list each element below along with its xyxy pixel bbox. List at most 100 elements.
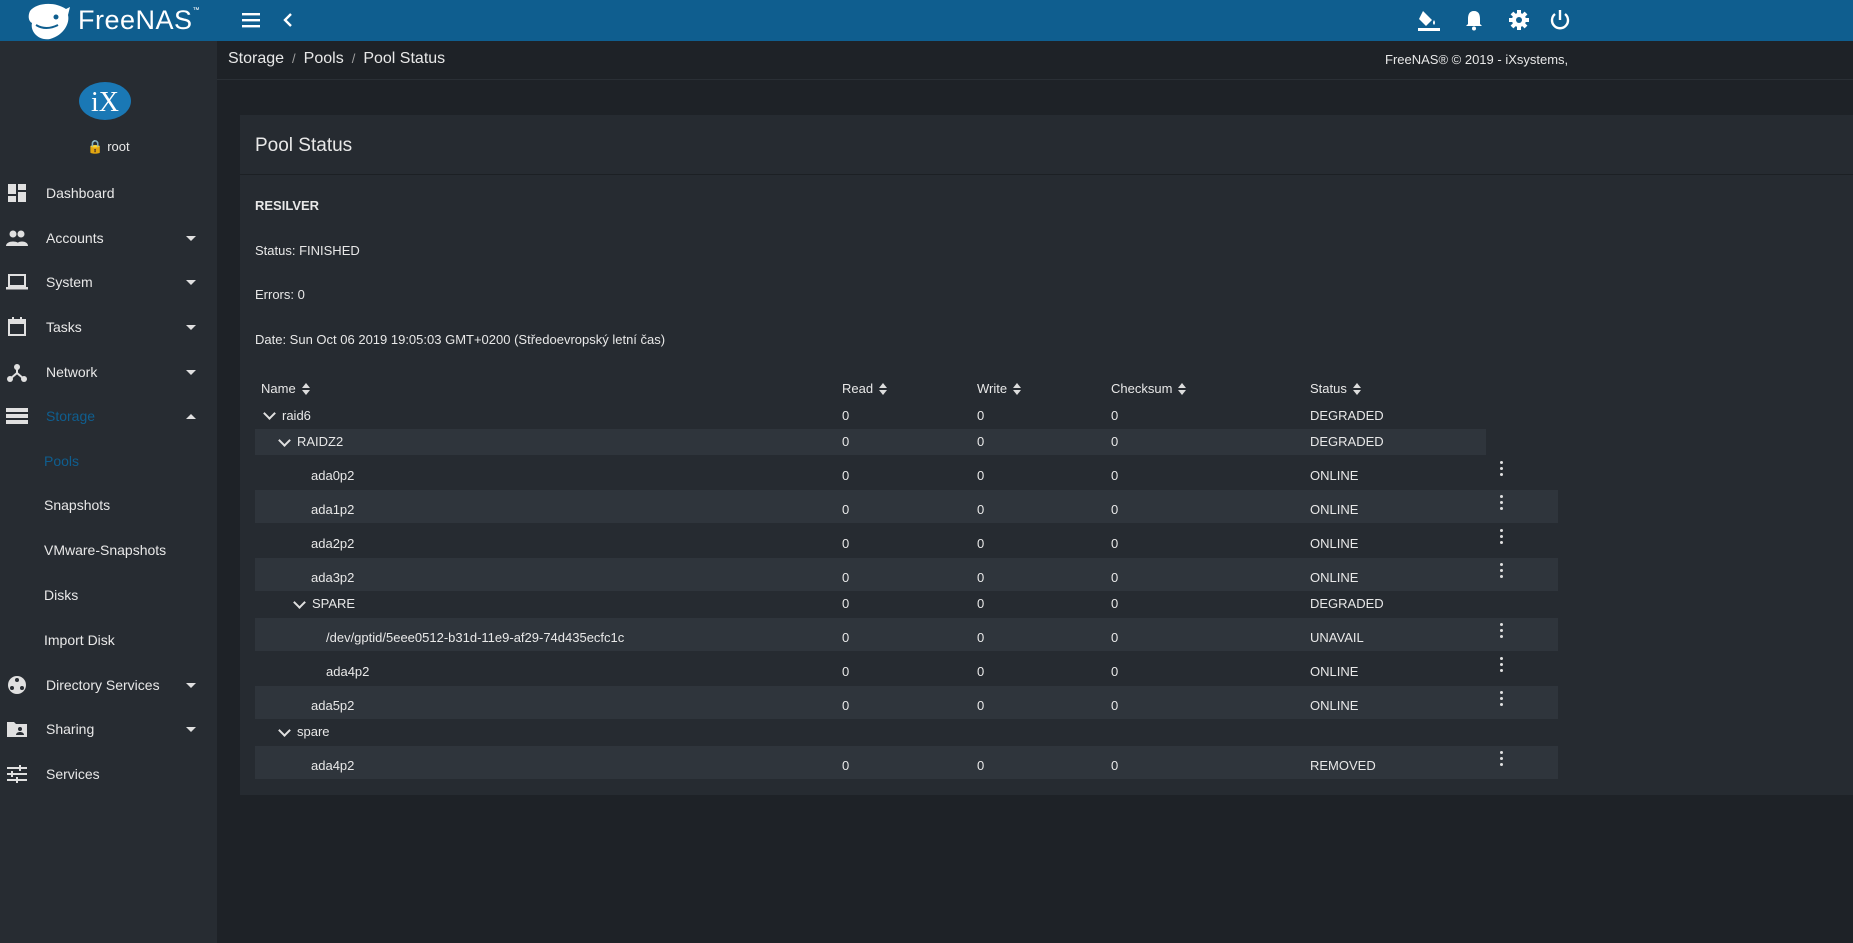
sort-icon bbox=[301, 382, 310, 395]
row-status: ONLINE bbox=[1310, 536, 1359, 551]
gear-icon[interactable] bbox=[1507, 8, 1531, 32]
row-write: 0 bbox=[977, 758, 985, 773]
chevron-down-icon[interactable] bbox=[293, 596, 306, 609]
more-vert-icon[interactable] bbox=[1500, 657, 1504, 673]
row-checksum: 0 bbox=[1111, 408, 1119, 423]
sliders-icon bbox=[6, 763, 28, 785]
chevron-down-icon bbox=[186, 324, 196, 330]
column-header-status[interactable]: Status bbox=[1310, 381, 1361, 396]
chevron-down-icon[interactable] bbox=[263, 407, 276, 420]
power-icon[interactable] bbox=[1548, 8, 1572, 32]
row-read: 0 bbox=[842, 758, 850, 773]
logo-trademark: ™ bbox=[192, 7, 200, 14]
more-vert-icon[interactable] bbox=[1500, 691, 1504, 707]
more-vert-icon[interactable] bbox=[1500, 529, 1504, 545]
row-status: ONLINE bbox=[1310, 698, 1359, 713]
table-row[interactable]: raid6 0 0 0 DEGRADED bbox=[255, 404, 1558, 426]
table-row[interactable]: ada0p2 0 0 0 ONLINE bbox=[255, 456, 1558, 489]
table-row[interactable]: RAIDZ2 0 0 0 DEGRADED bbox=[255, 429, 1486, 455]
sort-icon bbox=[1013, 382, 1022, 395]
back-chevron-icon[interactable] bbox=[276, 8, 300, 32]
sort-icon bbox=[1352, 382, 1361, 395]
sidebar-subitem-import-disk[interactable]: Import Disk bbox=[0, 620, 217, 660]
sidebar-item-directory-services[interactable]: Directory Services bbox=[0, 665, 217, 705]
sidebar-item-network[interactable]: Network bbox=[0, 352, 217, 392]
row-checksum: 0 bbox=[1111, 698, 1119, 713]
row-checksum: 0 bbox=[1111, 570, 1119, 585]
more-vert-icon[interactable] bbox=[1500, 751, 1504, 767]
row-checksum: 0 bbox=[1111, 502, 1119, 517]
row-status: DEGRADED bbox=[1310, 596, 1384, 611]
chevron-down-icon[interactable] bbox=[278, 434, 291, 447]
column-header-label: Name bbox=[261, 381, 296, 396]
chevron-down-icon bbox=[186, 235, 196, 241]
row-write: 0 bbox=[977, 596, 985, 611]
more-vert-icon[interactable] bbox=[1500, 563, 1504, 579]
sidebar-item-label: Services bbox=[46, 766, 100, 782]
table-row[interactable]: SPARE 0 0 0 DEGRADED bbox=[255, 592, 1558, 616]
sidebar-subitem-pools[interactable]: Pools bbox=[0, 441, 217, 481]
more-vert-icon[interactable] bbox=[1500, 623, 1504, 639]
current-user[interactable]: 🔒 root bbox=[0, 139, 217, 155]
sidebar-item-accounts[interactable]: Accounts bbox=[0, 218, 217, 258]
row-name: ada2p2 bbox=[311, 536, 355, 551]
column-header-read[interactable]: Read bbox=[842, 381, 888, 396]
breadcrumb-separator: / bbox=[292, 51, 296, 66]
row-checksum: 0 bbox=[1111, 468, 1119, 483]
row-read: 0 bbox=[842, 502, 850, 517]
chevron-up-icon bbox=[186, 413, 196, 419]
row-checksum: 0 bbox=[1111, 596, 1119, 611]
table-row[interactable]: ada3p2 0 0 0 ONLINE bbox=[255, 558, 1558, 591]
table-row[interactable]: ada4p2 0 0 0 REMOVED bbox=[255, 746, 1558, 779]
sidebar-item-storage[interactable]: Storage bbox=[0, 396, 217, 436]
sidebar-subitem-vmware-snapshots[interactable]: VMware-Snapshots bbox=[0, 530, 217, 570]
row-checksum: 0 bbox=[1111, 630, 1119, 645]
chevron-down-icon[interactable] bbox=[278, 724, 291, 737]
row-status: ONLINE bbox=[1310, 664, 1359, 679]
row-checksum: 0 bbox=[1111, 536, 1119, 551]
row-write: 0 bbox=[977, 434, 985, 449]
table-row[interactable]: spare bbox=[255, 720, 1558, 744]
table-row[interactable]: ada5p2 0 0 0 ONLINE bbox=[255, 686, 1558, 719]
column-header-write[interactable]: Write bbox=[977, 381, 1022, 396]
table-row[interactable]: ada4p2 0 0 0 ONLINE bbox=[255, 652, 1558, 685]
laptop-icon bbox=[6, 271, 28, 293]
sidebar-subitem-label: Disks bbox=[44, 587, 79, 603]
paint-bucket-icon[interactable] bbox=[1417, 8, 1441, 32]
directory-icon bbox=[6, 674, 28, 696]
column-header-checksum[interactable]: Checksum bbox=[1111, 381, 1187, 396]
chevron-down-icon bbox=[186, 369, 196, 375]
table-row[interactable]: ada1p2 0 0 0 ONLINE bbox=[255, 490, 1558, 523]
table-row[interactable]: ada2p2 0 0 0 ONLINE bbox=[255, 524, 1558, 557]
sidebar-subitem-label: Pools bbox=[44, 453, 80, 469]
sidebar-item-sharing[interactable]: Sharing bbox=[0, 709, 217, 749]
sidebar-subitem-disks[interactable]: Disks bbox=[0, 575, 217, 615]
more-vert-icon[interactable] bbox=[1500, 461, 1504, 477]
row-write: 0 bbox=[977, 502, 985, 517]
sidebar-item-label: Directory Services bbox=[46, 677, 160, 693]
sidebar-item-dashboard[interactable]: Dashboard bbox=[0, 173, 217, 213]
sidebar-item-label: Dashboard bbox=[46, 185, 115, 201]
row-status: UNAVAIL bbox=[1310, 630, 1364, 645]
sidebar-item-tasks[interactable]: Tasks bbox=[0, 307, 217, 347]
more-vert-icon[interactable] bbox=[1500, 495, 1504, 511]
bell-icon[interactable] bbox=[1462, 8, 1486, 32]
freenas-logo[interactable]: FreeNAS ™ bbox=[26, 0, 200, 41]
storage-icon bbox=[6, 405, 28, 427]
sidebar-item-system[interactable]: System bbox=[0, 262, 217, 302]
sidebar-item-services[interactable]: Services bbox=[0, 754, 217, 794]
column-header-name[interactable]: Name bbox=[261, 381, 310, 396]
row-name: /dev/gptid/5eee0512-b31d-11e9-af29-74d43… bbox=[326, 630, 625, 645]
menu-icon[interactable] bbox=[239, 8, 263, 32]
sidebar-subitem-snapshots[interactable]: Snapshots bbox=[0, 485, 217, 525]
breadcrumb-storage[interactable]: Storage bbox=[228, 50, 284, 67]
sidebar-subitem-label: Import Disk bbox=[44, 632, 115, 648]
sidebar-item-label: System bbox=[46, 274, 93, 290]
chevron-down-icon bbox=[186, 279, 196, 285]
breadcrumb-pools[interactable]: Pools bbox=[304, 50, 344, 67]
username: root bbox=[107, 139, 130, 154]
row-read: 0 bbox=[842, 536, 850, 551]
table-row[interactable]: /dev/gptid/5eee0512-b31d-11e9-af29-74d43… bbox=[255, 618, 1558, 651]
freenas-shark-icon bbox=[28, 3, 70, 39]
divider bbox=[217, 79, 1853, 80]
